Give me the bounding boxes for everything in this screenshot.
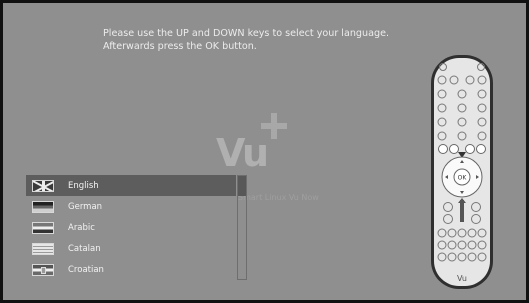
ok-button-label: OK (458, 175, 468, 182)
language-label: Croatian (68, 264, 104, 275)
language-selection-screen: Please use the UP and DOWN keys to selec… (3, 3, 526, 300)
language-label: Arabic (68, 222, 95, 233)
remote-brand-label: Vu (457, 274, 467, 283)
plus-icon (261, 113, 287, 139)
uk-flag-icon (32, 179, 54, 192)
language-item-catalan[interactable]: Catalan (26, 238, 236, 259)
language-item-english[interactable]: English (26, 175, 236, 196)
croatia-flag-icon (32, 263, 54, 276)
instruction-line-2: Afterwards press the OK button. (103, 41, 257, 52)
language-list[interactable]: English German Arabic Catalan Croatian (26, 175, 236, 280)
instructions: Please use the UP and DOWN keys to selec… (103, 27, 389, 53)
instruction-line-1: Please use the UP and DOWN keys to selec… (103, 28, 390, 39)
logo-tagline: Smart Linux Vu Now (238, 193, 319, 202)
catalonia-flag-icon (32, 242, 54, 255)
list-scrollbar[interactable] (237, 175, 247, 280)
arabic-flag-icon (32, 221, 54, 234)
language-label: German (68, 201, 103, 212)
germany-flag-icon (32, 200, 54, 213)
language-label: Catalan (68, 243, 101, 254)
logo-brand: Vu (216, 131, 269, 175)
remote-control-icon: OK Vu (431, 55, 493, 289)
language-item-arabic[interactable]: Arabic (26, 217, 236, 238)
language-label: English (68, 180, 99, 191)
scrollbar-thumb[interactable] (238, 176, 246, 196)
language-item-croatian[interactable]: Croatian (26, 259, 236, 280)
language-item-german[interactable]: German (26, 196, 236, 217)
